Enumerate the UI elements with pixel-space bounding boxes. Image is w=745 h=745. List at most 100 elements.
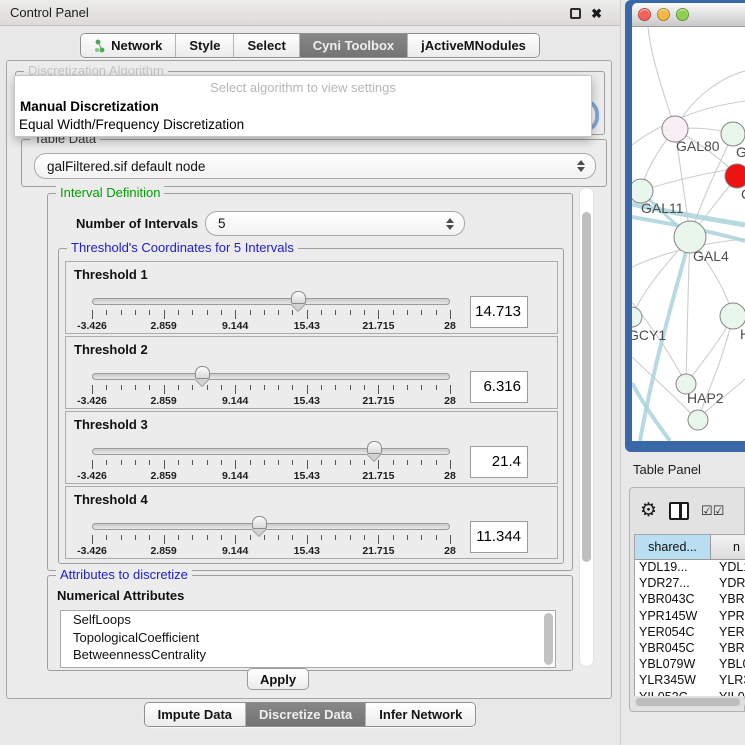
cell-name[interactable]: YBR0 [711, 641, 745, 657]
slider-thumb[interactable] [195, 366, 210, 379]
slider-scale-label: 2.859 [150, 320, 176, 332]
close-icon[interactable]: ✖ [591, 8, 602, 19]
cell-name[interactable]: YBL0 [711, 657, 745, 673]
number-of-intervals-combobox[interactable]: 5 [205, 211, 465, 236]
zoom-traffic-light-icon[interactable] [676, 8, 689, 21]
close-traffic-light-icon[interactable] [638, 8, 651, 21]
table-row[interactable]: YDR27...YDR2 [635, 576, 745, 592]
threshold-value-field[interactable]: 11.344 [470, 521, 528, 553]
node-label: GAL80 [676, 138, 720, 154]
tab-network[interactable]: Network [81, 34, 175, 57]
cell-shared-name[interactable]: YDL19... [635, 560, 711, 576]
threshold-slider[interactable]: -3.4262.8599.14415.4321.71528 [92, 519, 450, 559]
cell-name[interactable]: YBR0 [711, 592, 745, 608]
slider-scale-label: 15.43 [294, 545, 320, 557]
cell-shared-name[interactable]: YBL079W [635, 657, 711, 673]
network-canvas[interactable]: GAL80GACGAL11GAL4GCY1HHAP2 [632, 27, 745, 441]
apply-button[interactable]: Apply [247, 668, 309, 690]
table-row[interactable]: YBR045CYBR0 [635, 641, 745, 657]
cell-name[interactable]: YIL0 [711, 690, 745, 697]
tab-label: Style [189, 38, 220, 53]
table-horizontal-scrollbar[interactable] [634, 697, 745, 707]
dropdown-option-equal-width-frequency[interactable]: Equal Width/Frequency Discretization [19, 117, 244, 132]
gear-icon[interactable]: ⚙ [640, 501, 657, 521]
minimize-traffic-light-icon[interactable] [657, 8, 670, 21]
tab-label: Network [111, 38, 162, 53]
table-panel-toolbar: ⚙ ☑☑ [640, 496, 745, 526]
cell-shared-name[interactable]: YIL052C [635, 690, 711, 697]
threshold-slider[interactable]: -3.4262.8599.14415.4321.71528 [92, 294, 450, 334]
slider-track[interactable] [92, 298, 450, 305]
cyni-toolbox-panel: Discretization Algorithm Select algorith… [6, 60, 612, 699]
cell-name[interactable]: YER0 [711, 625, 745, 641]
threshold-value-field[interactable]: 21.4 [470, 446, 528, 478]
node-label: GCY1 [632, 327, 666, 343]
slider-ticks [92, 535, 450, 544]
slider-thumb[interactable] [291, 291, 306, 304]
numerical-attributes-list[interactable]: SelfLoopsTopologicalCoefficientBetweenne… [60, 610, 556, 668]
tab-discretize-data[interactable]: Discretize Data [245, 703, 365, 726]
tab-style[interactable]: Style [175, 34, 233, 57]
group-title-interval-definition: Interval Definition [56, 186, 164, 200]
table-row[interactable]: YBL079WYBL0 [635, 657, 745, 673]
table-row[interactable]: YBR043CYBR0 [635, 592, 745, 608]
checkbox-checked-icon[interactable]: ☑☑ [701, 503, 724, 519]
threshold-value-field[interactable]: 6.316 [470, 371, 528, 403]
split-columns-icon[interactable] [669, 502, 689, 520]
cell-shared-name[interactable]: YBR043C [635, 592, 711, 608]
cell-shared-name[interactable]: YLR345W [635, 673, 711, 689]
threshold-slider[interactable]: -3.4262.8599.14415.4321.71528 [92, 444, 450, 484]
float-window-icon[interactable] [570, 8, 581, 19]
tab-jactivemnodules[interactable]: jActiveMNodules [407, 34, 539, 57]
slider-thumb[interactable] [252, 516, 267, 529]
dropdown-option-manual-discretization[interactable]: Manual Discretization [20, 99, 159, 114]
slider-scale-label: 21.715 [362, 395, 394, 407]
tab-select[interactable]: Select [233, 34, 298, 57]
network-node-gcy1[interactable] [632, 307, 642, 327]
cell-shared-name[interactable]: YBR045C [635, 641, 711, 657]
tab-label: Select [247, 38, 285, 53]
algorithm-dropdown-popup: Select algorithm to view settings Manual… [14, 75, 592, 137]
table-row[interactable]: YDL19...YDL1 [635, 560, 745, 576]
cell-name[interactable]: YDL1 [711, 560, 745, 576]
main-vertical-scrollbar[interactable] [579, 187, 594, 667]
slider-thumb[interactable] [367, 441, 382, 454]
tab-infer-network[interactable]: Infer Network [365, 703, 475, 726]
attributes-list-scrollbar[interactable] [544, 613, 553, 665]
node-label: GAL4 [693, 248, 729, 264]
cell-name[interactable]: YPR1 [711, 609, 745, 625]
cell-name[interactable]: YDR2 [711, 576, 745, 592]
network-node-c[interactable] [725, 164, 745, 188]
scrollbar-thumb[interactable] [582, 212, 591, 562]
slider-scale-label: 15.43 [294, 470, 320, 482]
network-node-ga[interactable] [721, 122, 745, 146]
table-data-selected-value: galFiltered.sif default node [47, 159, 205, 174]
cell-shared-name[interactable]: YER054C [635, 625, 711, 641]
slider-track[interactable] [92, 373, 450, 380]
slider-track[interactable] [92, 523, 450, 530]
attribute-list-item[interactable]: SelfLoops [61, 611, 555, 629]
panel-splitter[interactable] [620, 0, 621, 745]
attribute-list-item[interactable]: BetweennessCentrality [61, 646, 555, 664]
table-row[interactable]: YLR345WYLR3 [635, 673, 745, 689]
cell-name[interactable]: YLR3 [711, 673, 745, 689]
tab-cyni-toolbox[interactable]: Cyni Toolbox [299, 34, 407, 57]
attributes-to-discretize-group: Attributes to discretize Numerical Attri… [47, 575, 573, 671]
column-header-shared-name[interactable]: shared... [635, 535, 711, 559]
table-row[interactable]: YPR145WYPR1 [635, 609, 745, 625]
attribute-list-item[interactable]: TopologicalCoefficient [61, 629, 555, 647]
tab-impute-data[interactable]: Impute Data [145, 703, 245, 726]
table-row[interactable]: YER054CYER0 [635, 625, 745, 641]
table-data-combobox[interactable]: galFiltered.sif default node [34, 153, 596, 179]
column-header-name[interactable]: n [711, 535, 745, 559]
cell-shared-name[interactable]: YDR27... [635, 576, 711, 592]
slider-track[interactable] [92, 448, 450, 455]
cell-shared-name[interactable]: YPR145W [635, 609, 711, 625]
threshold-value-field[interactable]: 14.713 [470, 296, 528, 328]
tab-label: Infer Network [379, 707, 462, 722]
network-node[interactable] [688, 410, 708, 430]
threshold-slider[interactable]: -3.4262.8599.14415.4321.71528 [92, 369, 450, 409]
window-title: Control Panel [10, 5, 89, 20]
table-row[interactable]: YIL052CYIL0 [635, 690, 745, 697]
scrollbar-thumb[interactable] [636, 698, 740, 706]
